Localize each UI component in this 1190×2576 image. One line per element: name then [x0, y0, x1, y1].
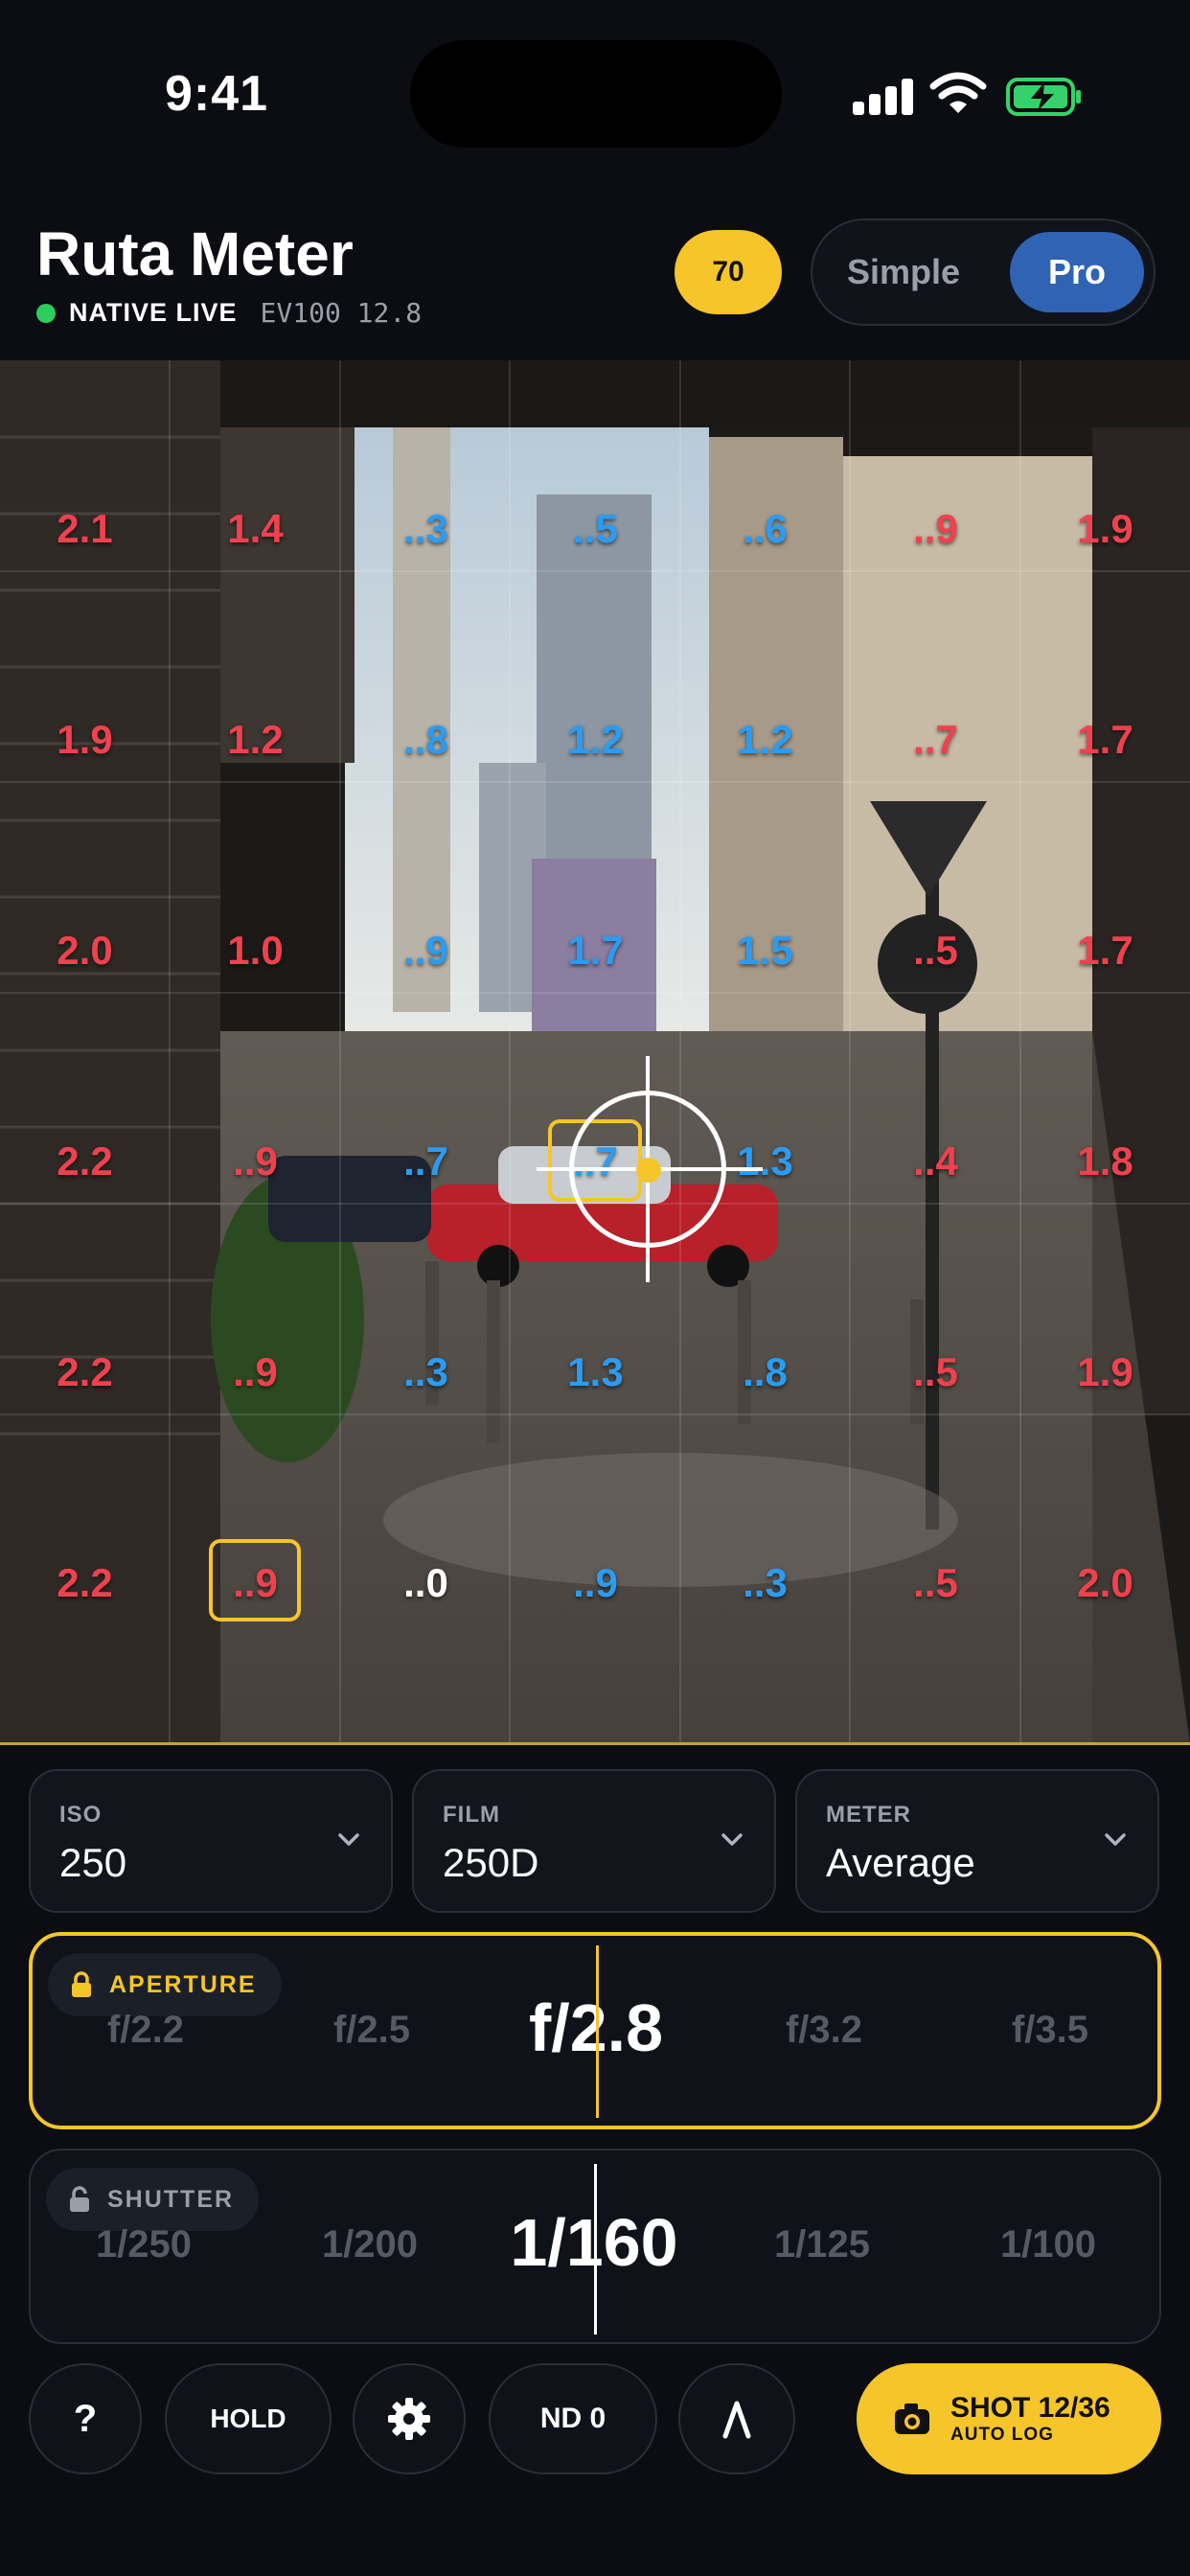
meter-cell-r1-c6[interactable]: ..9	[836, 506, 1035, 552]
wifi-icon	[929, 72, 987, 113]
live-status: NATIVE LIVE EV100 12.8	[36, 297, 422, 329]
unlock-icon	[70, 2186, 89, 2212]
lock-icon	[72, 1971, 91, 1997]
spot-highlight-lower-left	[209, 1539, 301, 1622]
aperture-indicator-needle	[596, 1945, 599, 2118]
film-label: FILM	[443, 1802, 500, 1828]
app-title: Ruta Meter	[36, 219, 354, 288]
meter-cell-r1-c5[interactable]: ..6	[666, 506, 864, 552]
hold-button[interactable]: HOLD	[165, 2363, 332, 2474]
meter-cell-r5-c4[interactable]: 1.3	[496, 1349, 695, 1395]
meter-mode-selector[interactable]: METER Average	[795, 1769, 1159, 1913]
camera-icon	[895, 2404, 929, 2434]
meter-cell-r6-c7[interactable]: 2.0	[1006, 1560, 1190, 1606]
gear-icon	[388, 2398, 430, 2440]
meter-cell-r2-c2[interactable]: 1.2	[156, 717, 355, 763]
focus-point-dot	[636, 1158, 661, 1183]
shutter-option[interactable]: 1/100	[935, 2223, 1161, 2266]
meter-cell-r3-c7[interactable]: 1.7	[1006, 928, 1190, 974]
status-time: 9:41	[165, 66, 269, 122]
chevron-down-icon	[1105, 1833, 1126, 1846]
film-value: 250D	[443, 1840, 539, 1885]
ev-readout: EV100 12.8	[260, 297, 423, 329]
meter-cell-r5-c5[interactable]: ..8	[666, 1349, 864, 1395]
shutter-label: SHUTTER	[107, 2185, 235, 2213]
meter-cell-r2-c5[interactable]: 1.2	[666, 717, 864, 763]
meter-value: Average	[826, 1840, 975, 1885]
live-label: NATIVE LIVE	[69, 298, 238, 327]
shot-log-button[interactable]: SHOT 12/36 AUTO LOG	[857, 2363, 1161, 2474]
mode-simple-button[interactable]: Simple	[830, 232, 977, 312]
settings-button[interactable]	[353, 2363, 466, 2474]
iso-selector[interactable]: ISO 250	[29, 1769, 393, 1913]
dynamic-island	[410, 40, 782, 148]
shutter-indicator-needle	[594, 2164, 597, 2334]
meter-cell-r3-c2[interactable]: 1.0	[156, 928, 355, 974]
meter-grid-lines	[0, 360, 1190, 1744]
shot-count: SHOT 12/36	[950, 2392, 1110, 2424]
meter-cell-r2-c7[interactable]: 1.7	[1006, 717, 1190, 763]
shot-button-text: SHOT 12/36 AUTO LOG	[950, 2392, 1110, 2446]
meter-cell-r6-c5[interactable]: ..3	[666, 1560, 864, 1606]
exposure-badge[interactable]: 70	[675, 230, 782, 314]
shutter-dial[interactable]: SHUTTER 1/250 1/200 1/160 1/125 1/100	[29, 2149, 1161, 2344]
aperture-option[interactable]: f/3.2	[711, 2009, 937, 2052]
auto-log-label: AUTO LOG	[950, 2425, 1054, 2445]
meter-cell-r3-c5[interactable]: 1.5	[666, 928, 864, 974]
meter-cell-r1-c3[interactable]: ..3	[327, 506, 525, 552]
meter-cell-r2-c6[interactable]: ..7	[836, 717, 1035, 763]
aperture-option[interactable]: f/3.5	[937, 2009, 1163, 2052]
meter-cell-r4-c7[interactable]: 1.8	[1006, 1138, 1190, 1184]
meter-cell-r5-c6[interactable]: ..5	[836, 1349, 1035, 1395]
shutter-option[interactable]: 1/125	[709, 2223, 935, 2266]
app-header: Ruta Meter NATIVE LIVE EV100 12.8 70 Sim…	[0, 182, 1190, 360]
battery-charging-icon	[1006, 78, 1081, 116]
chevron-down-icon	[721, 1833, 743, 1846]
aperture-dial[interactable]: APERTURE f/2.2 f/2.5 f/2.8 f/3.2 f/3.5	[29, 1932, 1161, 2129]
aperture-option[interactable]: f/2.2	[33, 2009, 259, 2052]
compass-caret-icon	[722, 2401, 751, 2439]
shutter-tag[interactable]: SHUTTER	[46, 2168, 260, 2231]
meter-cell-r3-c3[interactable]: ..9	[327, 928, 525, 974]
meter-cell-r4-c6[interactable]: ..4	[836, 1138, 1035, 1184]
camera-viewfinder[interactable]: 2.1 1.4 ..3 ..5 ..6 ..9 1.9 1.9 1.2 ..8 1.2 1.2 ..7 1…	[0, 360, 1190, 1744]
mode-pro-button[interactable]: Pro	[1010, 232, 1144, 312]
shutter-option[interactable]: 1/200	[257, 2223, 483, 2266]
iso-label: ISO	[59, 1802, 103, 1828]
meter-cell-r6-c4[interactable]: ..9	[496, 1560, 695, 1606]
help-button[interactable]: ?	[29, 2363, 142, 2474]
meter-cell-r1-c7[interactable]: 1.9	[1006, 506, 1190, 552]
viewfinder-divider	[0, 1742, 1190, 1745]
meter-cell-r5-c2[interactable]: ..9	[156, 1349, 355, 1395]
meter-cell-r1-c4[interactable]: ..5	[496, 506, 695, 552]
aperture-option[interactable]: f/2.5	[259, 2009, 485, 2052]
meter-cell-r6-c3[interactable]: ..0	[327, 1560, 525, 1606]
meter-cell-r2-c3[interactable]: ..8	[327, 717, 525, 763]
meter-cell-r4-c2[interactable]: ..9	[156, 1138, 355, 1184]
meter-cell-r6-c6[interactable]: ..5	[836, 1560, 1035, 1606]
meter-cell-r5-c7[interactable]: 1.9	[1006, 1349, 1190, 1395]
meter-cell-r2-c4[interactable]: 1.2	[496, 717, 695, 763]
nd-filter-button[interactable]: ND 0	[489, 2363, 657, 2474]
film-selector[interactable]: FILM 250D	[412, 1769, 776, 1913]
shutter-option[interactable]: 1/250	[31, 2223, 257, 2266]
cellular-signal-icon	[853, 77, 914, 115]
aperture-label: APERTURE	[109, 1970, 257, 1998]
meter-cell-r1-c2[interactable]: 1.4	[156, 506, 355, 552]
meter-cell-r5-c3[interactable]: ..3	[327, 1349, 525, 1395]
mode-toggle: Simple Pro	[811, 218, 1156, 326]
horizon-level-button[interactable]	[678, 2363, 795, 2474]
meter-cell-r3-c6[interactable]: ..5	[836, 928, 1035, 974]
status-bar: 9:41	[0, 0, 1190, 182]
aperture-tag[interactable]: APERTURE	[48, 1953, 282, 2016]
live-indicator-dot	[36, 303, 56, 323]
chevron-down-icon	[338, 1833, 359, 1846]
meter-cell-r3-c4[interactable]: 1.7	[496, 928, 695, 974]
meter-cell-r4-c3[interactable]: ..7	[327, 1138, 525, 1184]
iso-value: 250	[59, 1840, 127, 1885]
meter-label: METER	[826, 1802, 911, 1828]
